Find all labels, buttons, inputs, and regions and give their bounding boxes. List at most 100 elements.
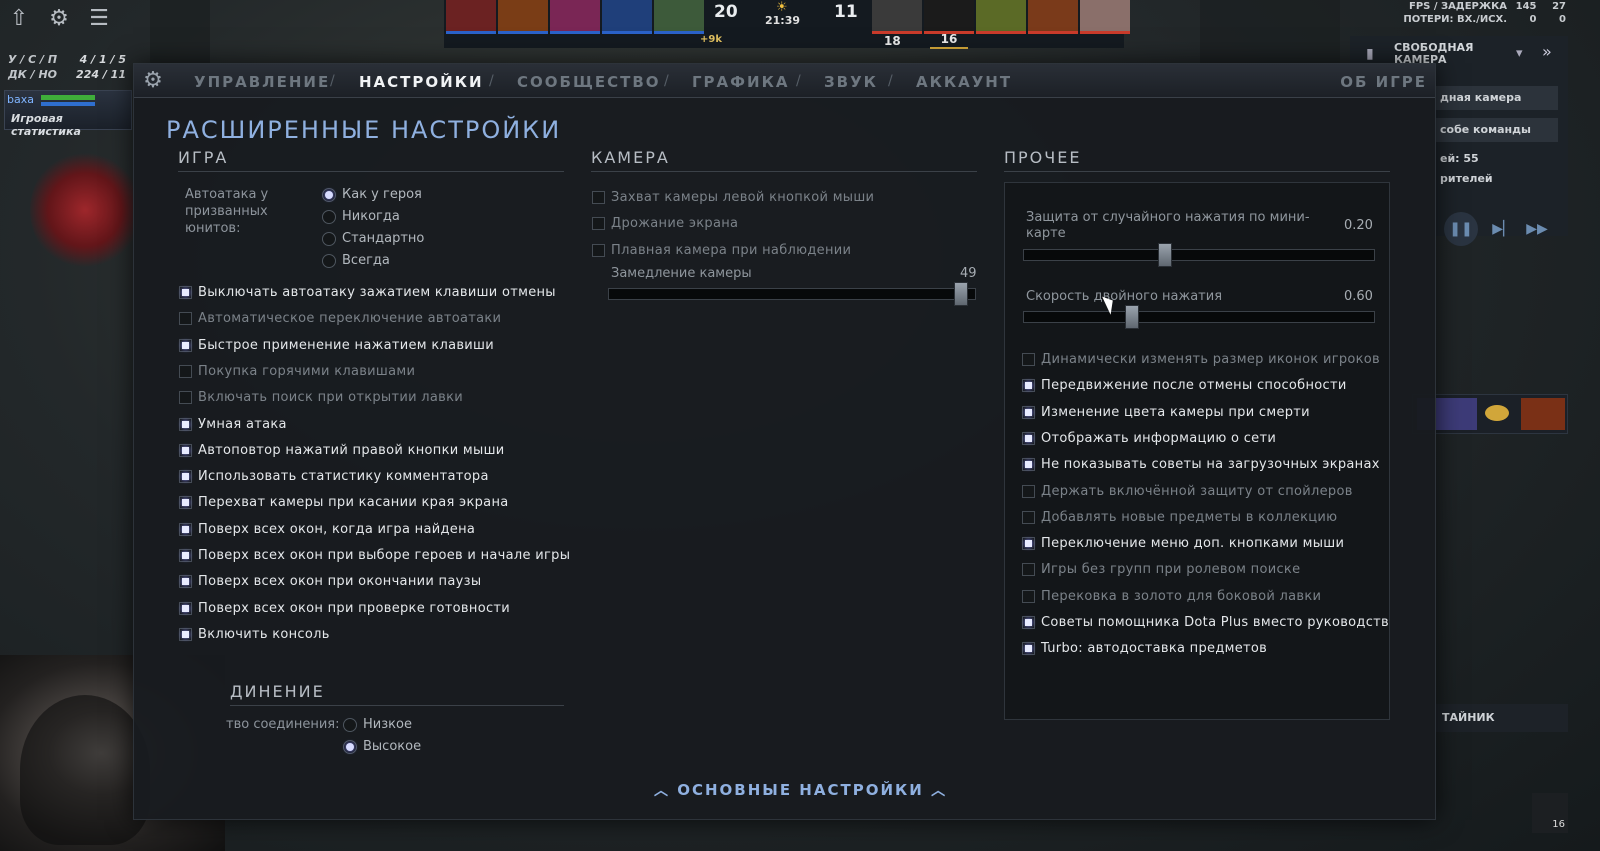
tab-account[interactable]: АККАУНТ <box>916 73 1012 91</box>
camera-mode-select[interactable]: дная камера <box>1436 86 1558 110</box>
radio-dot[interactable] <box>322 231 336 246</box>
checkbox-row[interactable]: Не показывать советы на загрузочных экра… <box>1022 457 1380 472</box>
checkbox-row[interactable]: Поверх всех окон, когда игра найдена <box>179 522 475 537</box>
checkbox-row[interactable]: Поверх всех окон при выборе героев и нач… <box>179 548 570 563</box>
radio-dot[interactable] <box>343 717 357 732</box>
fast-forward-icon[interactable]: ▶▶ <box>1520 212 1554 246</box>
checkbox-row[interactable]: Захват камеры левой кнопкой мыши <box>592 190 874 205</box>
checkbox[interactable] <box>179 364 192 378</box>
hero-portrait[interactable] <box>654 0 704 34</box>
checkbox-row[interactable]: Передвижение после отмены способности <box>1022 378 1347 393</box>
game-stats-badge[interactable]: baxa Игровая статистика <box>4 90 132 138</box>
checkbox-row[interactable]: Перековка в золото для боковой лавки <box>1022 589 1321 604</box>
hero-portrait[interactable] <box>550 0 600 34</box>
checkbox[interactable] <box>179 338 192 352</box>
gear-icon[interactable]: ⚙ <box>46 6 72 32</box>
checkbox-row[interactable]: Использовать статистику комментатора <box>179 469 489 484</box>
checkbox[interactable] <box>1022 616 1035 629</box>
hero-portrait[interactable] <box>1028 0 1078 34</box>
collapse-icon[interactable]: » <box>1542 42 1552 61</box>
radio-dot[interactable] <box>322 253 336 268</box>
hero-portrait[interactable] <box>1080 0 1130 34</box>
checkbox[interactable] <box>1022 537 1035 551</box>
checkbox[interactable] <box>179 312 192 326</box>
checkbox-row[interactable]: Автоповтор нажатий правой кнопки мыши <box>179 443 505 458</box>
hero-portrait[interactable] <box>446 0 496 34</box>
tab-settings[interactable]: НАСТРОЙКИ <box>359 73 484 91</box>
checkbox[interactable] <box>1022 510 1035 524</box>
checkbox-row[interactable]: Отображать информацию о сети <box>1022 431 1276 446</box>
camera-slowdown-slider[interactable] <box>608 282 976 306</box>
menu-icon[interactable]: ☰ <box>86 6 112 32</box>
checkbox-row[interactable]: Плавная камера при наблюдении <box>592 243 851 258</box>
checkbox-row[interactable]: Включать поиск при открытии лавки <box>179 390 463 405</box>
checkbox-row[interactable]: Игры без групп при ролевом поиске <box>1022 562 1300 577</box>
checkbox[interactable] <box>1022 563 1035 577</box>
hero-portrait[interactable] <box>976 0 1026 34</box>
checkbox-row[interactable]: Дрожание экрана <box>592 216 738 231</box>
checkbox[interactable] <box>179 522 192 536</box>
hero-portrait[interactable] <box>872 0 922 34</box>
checkbox[interactable] <box>1022 458 1035 472</box>
checkbox[interactable] <box>592 191 605 204</box>
checkbox[interactable] <box>1022 405 1035 419</box>
radio-autoattack-hero[interactable]: Как у героя <box>322 187 422 202</box>
pause-icon[interactable]: ❚❚ <box>1444 212 1478 246</box>
radio-dot[interactable] <box>343 739 357 754</box>
checkbox[interactable] <box>1022 642 1035 656</box>
checkbox[interactable] <box>179 417 192 431</box>
hero-portrait[interactable] <box>924 0 974 34</box>
checkbox[interactable] <box>1022 589 1035 603</box>
radio-autoattack-always[interactable]: Всегда <box>322 253 390 268</box>
upload-icon[interactable]: ⇧ <box>6 6 32 32</box>
checkbox[interactable] <box>1022 379 1035 393</box>
tab-graphics[interactable]: ГРАФИКА <box>692 73 789 91</box>
checkbox-row[interactable]: Поверх всех окон при проверке готовности <box>179 601 510 616</box>
tab-about[interactable]: ОБ ИГРЕ <box>1340 73 1427 91</box>
checkbox-row[interactable]: Умная атака <box>179 417 287 432</box>
basic-settings-button[interactable]: ︿ ОСНОВНЫЕ НАСТРОЙКИ ︿ <box>654 780 947 800</box>
checkbox[interactable] <box>179 391 192 405</box>
checkbox[interactable] <box>179 575 192 589</box>
checkbox-row[interactable]: Turbo: автодоставка предметов <box>1022 641 1267 656</box>
checkbox-row[interactable]: Включить консоль <box>179 627 330 642</box>
checkbox-row[interactable]: Быстрое применение нажатием клавиши <box>179 338 494 353</box>
team-select[interactable]: собе команды <box>1436 118 1558 142</box>
slider-thumb[interactable] <box>953 282 968 306</box>
checkbox[interactable] <box>179 549 192 562</box>
tab-community[interactable]: СООБЩЕСТВО <box>517 73 661 91</box>
checkbox[interactable] <box>592 243 605 257</box>
checkbox-row[interactable]: Изменение цвета камеры при смерти <box>1022 405 1310 420</box>
hero-portrait[interactable] <box>498 0 548 34</box>
checkbox[interactable] <box>179 601 192 615</box>
minimap-protection-slider[interactable] <box>1023 243 1375 267</box>
step-forward-icon[interactable]: ▶▏ <box>1486 212 1520 246</box>
checkbox[interactable] <box>1022 484 1035 498</box>
radio-dot[interactable] <box>322 187 336 202</box>
checkbox-row[interactable]: Добавлять новые предметы в коллекцию <box>1022 510 1337 525</box>
tab-sound[interactable]: ЗВУК <box>824 73 878 91</box>
checkbox-row[interactable]: Автоматическое переключение автоатаки <box>179 311 501 326</box>
hero-icon[interactable] <box>1521 398 1565 430</box>
checkbox[interactable] <box>179 286 192 299</box>
checkbox-row[interactable]: Советы помощника Dota Plus вместо руково… <box>1022 615 1389 630</box>
checkbox-row[interactable]: Динамически изменять размер иконок игрок… <box>1022 352 1380 367</box>
chevron-down-icon[interactable]: ▾ <box>1516 46 1523 61</box>
checkbox-row[interactable]: Покупка горячими клавишами <box>179 364 415 379</box>
radio-connection-high[interactable]: Высокое <box>343 739 421 754</box>
checkbox[interactable] <box>179 627 192 641</box>
slider-thumb[interactable] <box>1124 305 1139 329</box>
radio-dot[interactable] <box>322 209 336 224</box>
tab-controls[interactable]: УПРАВЛЕНИЕ <box>194 73 330 91</box>
checkbox-row[interactable]: Выключать автоатаку зажатием клавиши отм… <box>179 285 556 300</box>
checkbox[interactable] <box>1022 353 1035 366</box>
checkbox-row[interactable]: Переключение меню доп. кнопками мыши <box>1022 536 1344 551</box>
radio-autoattack-standard[interactable]: Стандартно <box>322 231 424 246</box>
radio-connection-low[interactable]: Низкое <box>343 717 412 732</box>
slider-thumb[interactable] <box>1158 243 1173 267</box>
double-tap-speed-slider[interactable] <box>1023 305 1375 329</box>
checkbox-row[interactable]: Поверх всех окон при окончании паузы <box>179 574 481 589</box>
checkbox-row[interactable]: Перехват камеры при касании края экрана <box>179 495 509 510</box>
checkbox[interactable] <box>179 443 192 457</box>
checkbox[interactable] <box>1022 431 1035 445</box>
